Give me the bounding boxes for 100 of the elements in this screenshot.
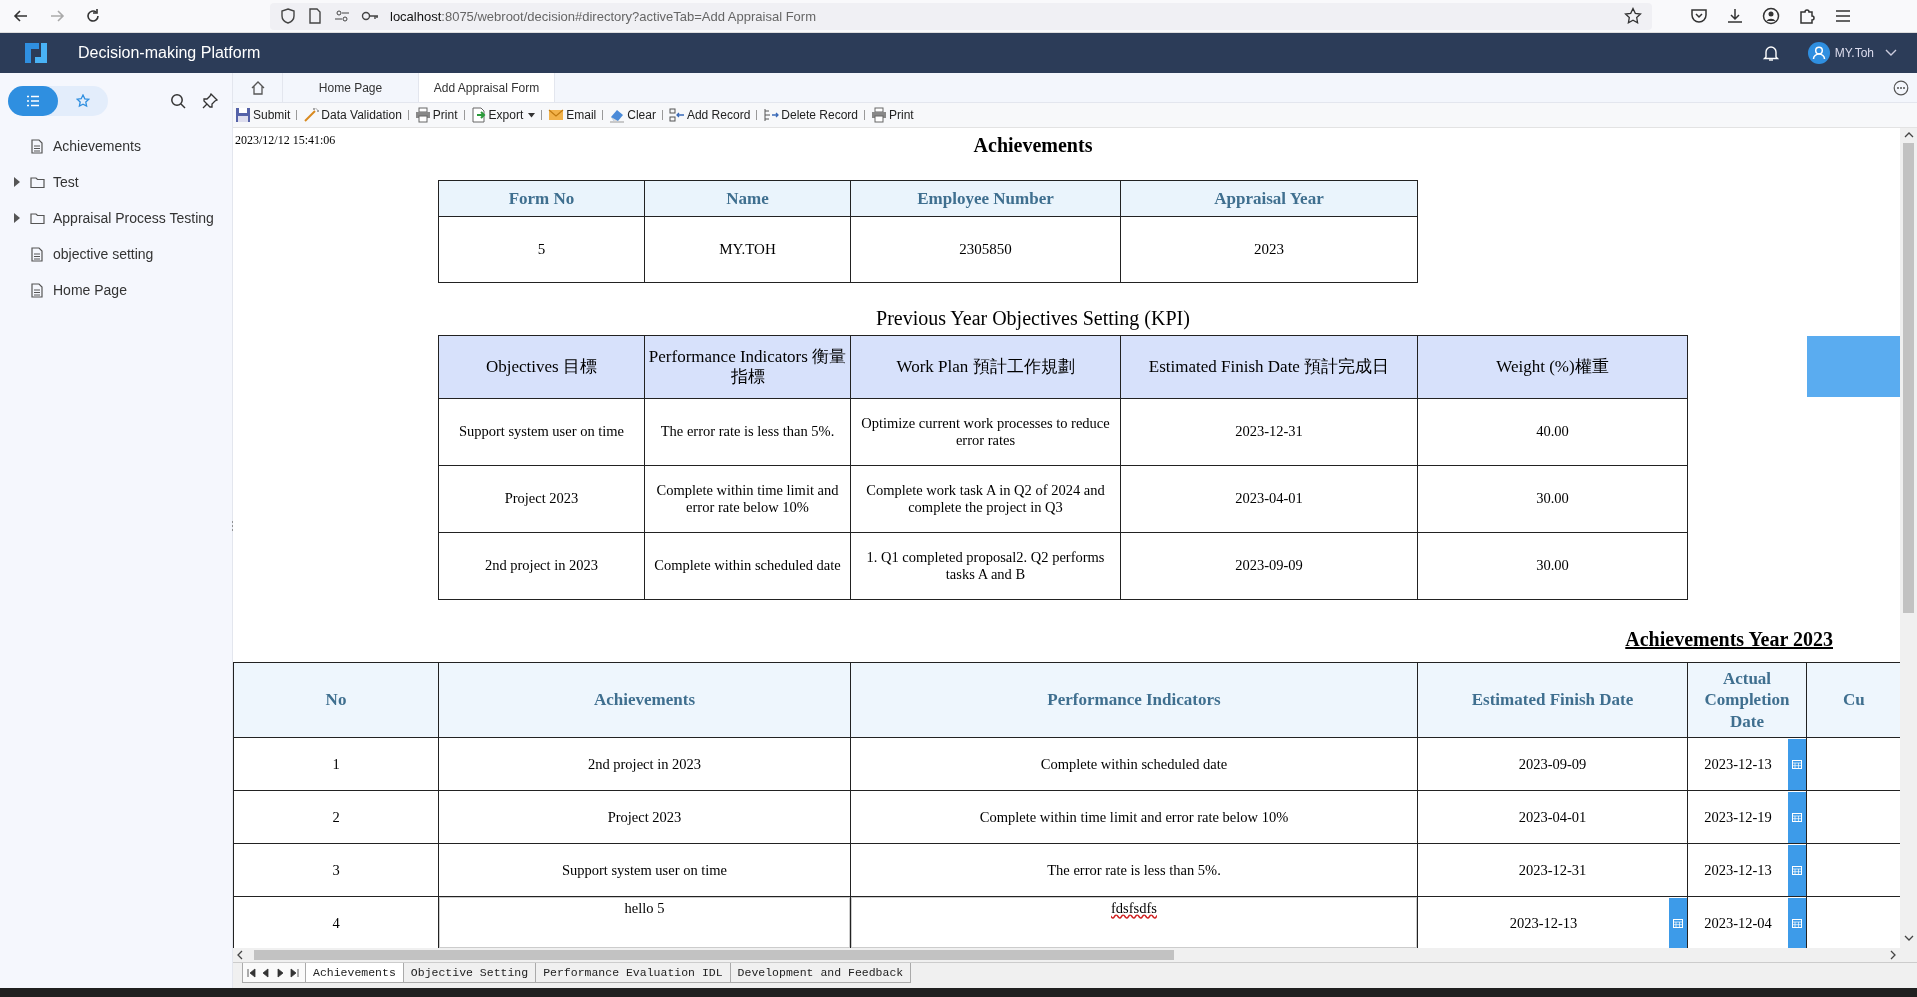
column-header: No	[233, 662, 439, 738]
table-cell: The error rate is less than 5%.	[850, 843, 1418, 897]
toolbar-button[interactable]: Clear	[609, 105, 656, 125]
calendar-button[interactable]	[1669, 897, 1687, 948]
folder-icon	[30, 174, 45, 190]
section-title: Previous Year Objectives Setting (KPI)	[876, 307, 1190, 329]
table-cell: MY.TOH	[644, 216, 851, 283]
table-cell: 2305850	[850, 216, 1121, 283]
sidebar-item[interactable]: objective setting	[0, 236, 232, 272]
address-bar[interactable]: localhost:8075/webroot/decision#directory?activeTab=Add Appraisal Form	[270, 2, 1652, 30]
scroll-left-icon[interactable]	[236, 950, 244, 960]
column-header: Employee Number	[850, 180, 1121, 217]
sidebar-item[interactable]: Home Page	[0, 272, 232, 308]
toolbar-button[interactable]: Data Validation	[303, 105, 402, 125]
puzzle-icon[interactable]	[1798, 7, 1816, 25]
column-header: Performance Indicators 衡量指標	[644, 335, 851, 399]
printer-icon	[414, 107, 431, 123]
table-cell: Complete within scheduled date	[644, 532, 851, 600]
reload-icon[interactable]	[84, 7, 102, 25]
document-icon	[30, 246, 45, 262]
sidebar-item[interactable]: Appraisal Process Testing	[0, 200, 232, 236]
pocket-icon[interactable]	[1690, 7, 1708, 25]
toolbar-button[interactable]: Add Record	[668, 105, 751, 125]
next-sheet-icon[interactable]	[275, 968, 285, 978]
toolbar-button[interactable]: Delete Record	[763, 105, 859, 125]
search-icon[interactable]	[170, 93, 186, 109]
table-cell: 1	[233, 737, 439, 791]
scroll-down-icon[interactable]	[1903, 934, 1914, 942]
toolbar-button[interactable]: Submit	[235, 105, 291, 125]
input-field[interactable]: hello 5	[439, 897, 850, 948]
user-menu[interactable]: MY.Toh	[1807, 42, 1897, 64]
more-icon[interactable]	[1893, 79, 1909, 96]
page-icon	[307, 8, 323, 24]
date-value: 2023-12-19	[1703, 807, 1773, 827]
chevron-down-icon	[1885, 49, 1897, 57]
scroll-up-icon[interactable]	[1903, 131, 1914, 139]
table-cell: 2023-09-09	[1417, 737, 1688, 791]
table-cell: 40.00	[1417, 398, 1688, 466]
star-icon	[76, 94, 90, 108]
calendar-icon	[1792, 812, 1802, 822]
table-cell: 2023-04-01	[1417, 790, 1688, 844]
calendar-button[interactable]	[1788, 897, 1806, 948]
timestamp: 2023/12/12 15:41:06	[234, 132, 337, 148]
table-cell: 30.00	[1417, 465, 1688, 533]
column-header: Cu	[1806, 662, 1900, 738]
calendar-icon	[1792, 759, 1802, 769]
toolbar-button[interactable]: Print	[871, 105, 914, 125]
toolbar-button[interactable]: Email	[548, 105, 597, 125]
column-header: Appraisal Year	[1120, 180, 1418, 217]
scroll-right-icon[interactable]	[1889, 950, 1897, 960]
menu-icon[interactable]	[1834, 7, 1852, 25]
table-cell: Support system user on time	[438, 843, 851, 897]
column-header: Work Plan 預計工作規劃	[850, 335, 1121, 399]
view-toggle-button[interactable]	[8, 86, 58, 116]
scrollbar-thumb[interactable]	[1903, 143, 1914, 613]
calendar-button[interactable]	[1788, 791, 1806, 843]
column-header: Estimated Finish Date	[1417, 662, 1688, 738]
calendar-button[interactable]	[1788, 738, 1806, 790]
column-header: Performance Indicators	[850, 662, 1418, 738]
account-icon[interactable]	[1762, 7, 1780, 25]
tab[interactable]: Add Appraisal Form	[419, 73, 555, 102]
previous-sheet-icon[interactable]	[261, 968, 271, 978]
list-icon	[26, 95, 40, 107]
column-header: Form No	[438, 180, 645, 217]
sidebar-item[interactable]: Test	[0, 164, 232, 200]
table-cell: Complete work task A in Q2 of 2024 and complete the project in Q3	[850, 465, 1121, 533]
sheet-tab[interactable]: Achievements	[305, 963, 404, 983]
shield-icon	[280, 8, 296, 24]
table-cell: Project 2023	[438, 465, 645, 533]
app-title: Decision-making Platform	[78, 44, 261, 62]
pin-icon[interactable]	[202, 93, 218, 109]
export-icon	[470, 107, 487, 123]
home-icon	[249, 79, 266, 96]
envelope-icon	[548, 107, 565, 123]
table-cell: The error rate is less than 5%.	[644, 398, 851, 466]
url-text: localhost:8075/webroot/decision#directory?activeTab=Add Appraisal Form	[390, 8, 817, 24]
column-header: Weight (%)權重	[1417, 335, 1688, 399]
document-icon	[30, 282, 45, 298]
last-sheet-icon[interactable]	[289, 968, 299, 978]
first-sheet-icon[interactable]	[247, 968, 257, 978]
sidebar-item[interactable]: Achievements	[0, 128, 232, 164]
printer-icon	[871, 107, 888, 123]
bell-icon[interactable]	[1761, 44, 1780, 62]
table-cell: Complete within time limit and error rate below 10%	[644, 465, 851, 533]
calendar-button[interactable]	[1788, 844, 1806, 896]
calendar-icon	[1673, 918, 1683, 928]
remove-row-icon	[763, 107, 780, 123]
date-value: 2023-12-13	[1703, 754, 1773, 774]
table-cell: 3	[233, 843, 439, 897]
star-icon[interactable]	[1624, 7, 1642, 25]
download-icon[interactable]	[1726, 7, 1744, 25]
input-field[interactable]: fdsfsdfs	[851, 897, 1417, 948]
calendar-icon	[1792, 918, 1802, 928]
sliders-icon	[334, 8, 350, 24]
toolbar-button[interactable]: Export	[470, 105, 536, 125]
scrollbar-thumb[interactable]	[254, 950, 1174, 960]
column-header: Name	[644, 180, 851, 217]
sheet-tab[interactable]: Development and Feedback	[729, 963, 912, 983]
toolbar-button[interactable]: Print	[414, 105, 458, 125]
date-value: 2023-12-04	[1703, 913, 1773, 933]
